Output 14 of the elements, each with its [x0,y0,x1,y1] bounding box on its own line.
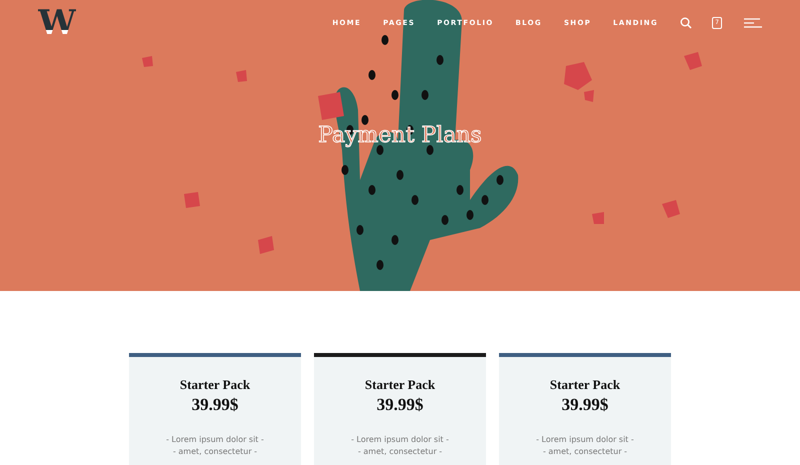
plan-name: Starter Pack [180,377,250,393]
menu-icon[interactable] [744,18,762,28]
plan-feature: - amet, consectetur - [172,447,258,456]
plan-price: 39.99$ [562,395,608,415]
plan-price: 39.99$ [376,395,424,415]
plan-name: Starter Pack [550,377,620,393]
plan-feature: - Lorem ipsum dolor sit - [536,435,634,444]
plan-feature: - Lorem ipsum dolor sit - [351,435,449,444]
plan-feature: - amet, consectetur - [542,447,628,456]
plan-name: Starter Pack [364,377,436,393]
search-icon[interactable] [680,17,692,29]
plan-feature: - Lorem ipsum dolor sit - [166,435,264,444]
plan-price: 39.99$ [192,395,238,415]
plan-feature: - amet, consectetur - [358,447,442,456]
